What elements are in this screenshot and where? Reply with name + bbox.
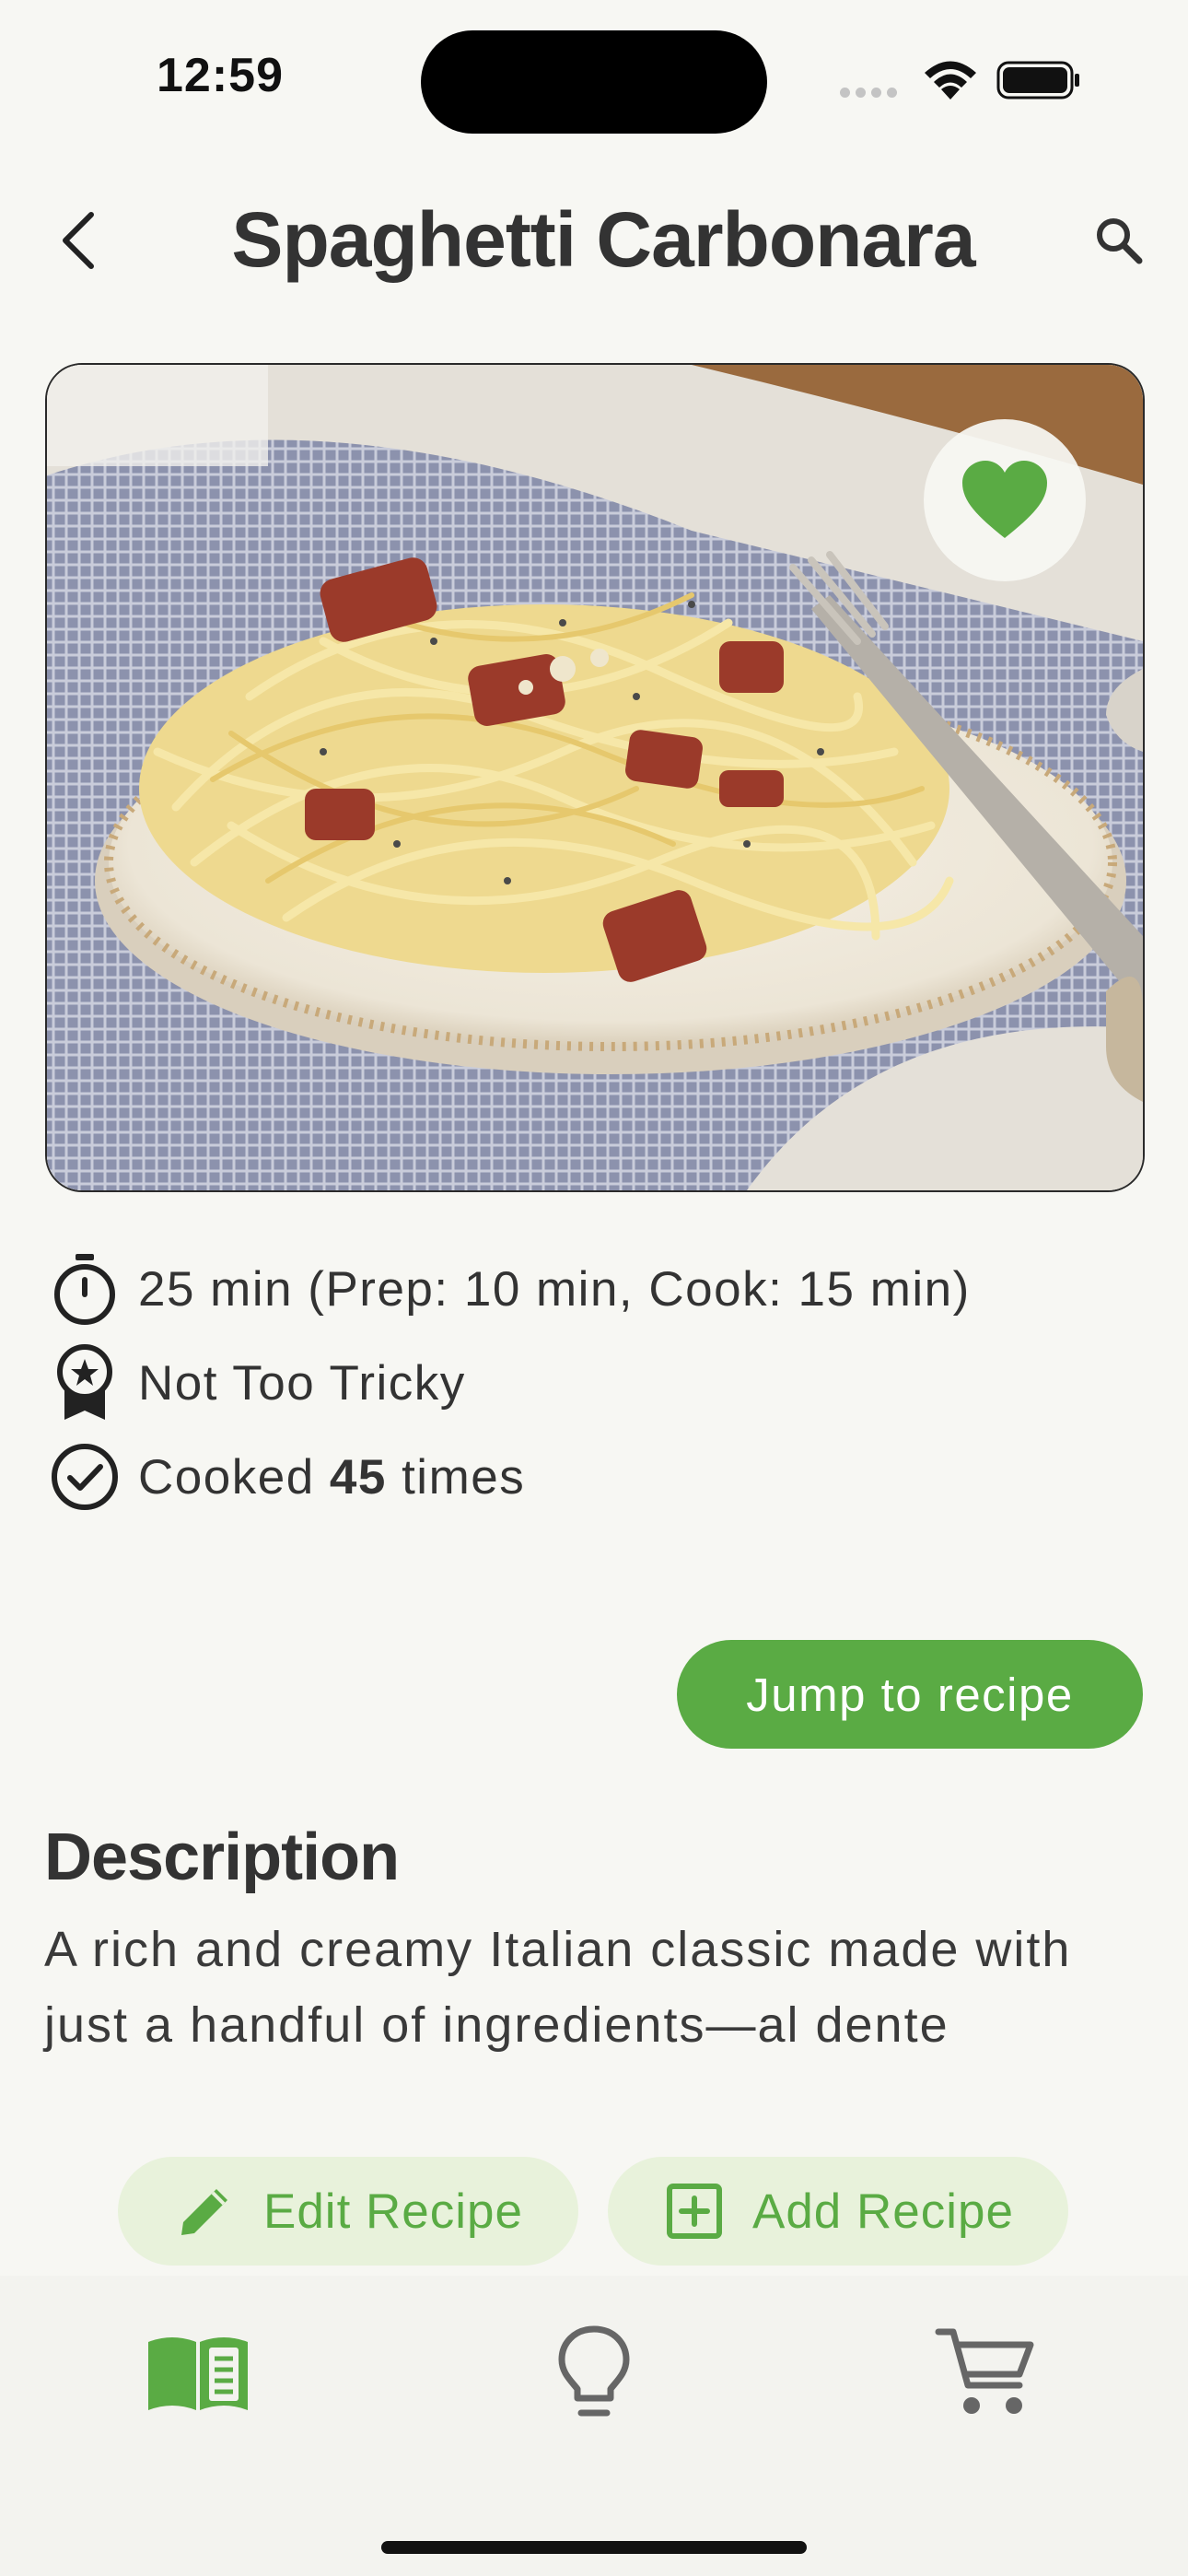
- award-badge-icon: [48, 1344, 122, 1420]
- cooked-prefix: Cooked: [138, 1449, 330, 1505]
- description-heading: Description: [44, 1821, 400, 1894]
- search-button[interactable]: [1087, 208, 1151, 273]
- difficulty-row: Not Too Tricky: [48, 1341, 1153, 1424]
- home-indicator: [381, 2541, 807, 2554]
- search-icon: [1097, 218, 1143, 264]
- add-box-icon: [662, 2179, 727, 2243]
- cooked-text: Cooked 45 times: [138, 1449, 525, 1505]
- cooked-suffix: times: [386, 1449, 526, 1505]
- cart-icon: [935, 2328, 1034, 2414]
- edit-recipe-label: Edit Recipe: [262, 2184, 524, 2239]
- add-recipe-button[interactable]: Add Recipe: [608, 2157, 1068, 2266]
- heart-icon: [962, 461, 1047, 538]
- stopwatch-icon: [48, 1252, 122, 1326]
- cooked-count: 45: [329, 1449, 387, 1505]
- signal-dots-icon: [840, 86, 903, 102]
- page-title: Spaghetti Carbonara: [231, 196, 975, 283]
- tab-recipes[interactable]: [124, 2313, 272, 2432]
- chevron-left-icon: [63, 212, 94, 269]
- time-text: 25 min (Prep: 10 min, Cook: 15 min): [138, 1261, 971, 1317]
- wifi-icon: [921, 57, 980, 108]
- edit-recipe-button[interactable]: Edit Recipe: [118, 2157, 578, 2266]
- book-icon: [148, 2337, 248, 2410]
- jump-to-recipe-button[interactable]: Jump to recipe: [677, 1640, 1143, 1749]
- tab-ideas[interactable]: [520, 2313, 668, 2432]
- check-circle-icon: [48, 1440, 122, 1514]
- dynamic-island: [421, 30, 767, 134]
- status-bar: 12:59: [0, 0, 1188, 138]
- lightbulb-icon: [558, 2325, 630, 2417]
- battery-icon: [996, 61, 1081, 100]
- tab-shopping-cart[interactable]: [912, 2313, 1059, 2432]
- description-text: A rich and creamy Italian classic made w…: [44, 1922, 1072, 2053]
- favorite-button[interactable]: [924, 419, 1086, 581]
- difficulty-text: Not Too Tricky: [138, 1355, 466, 1411]
- pencil-icon: [173, 2179, 238, 2243]
- time-row: 25 min (Prep: 10 min, Cook: 15 min): [48, 1247, 1153, 1330]
- back-button[interactable]: [46, 201, 111, 280]
- status-time: 12:59: [157, 49, 284, 102]
- add-recipe-label: Add Recipe: [751, 2184, 1014, 2239]
- cooked-count-row: Cooked 45 times: [48, 1435, 1153, 1518]
